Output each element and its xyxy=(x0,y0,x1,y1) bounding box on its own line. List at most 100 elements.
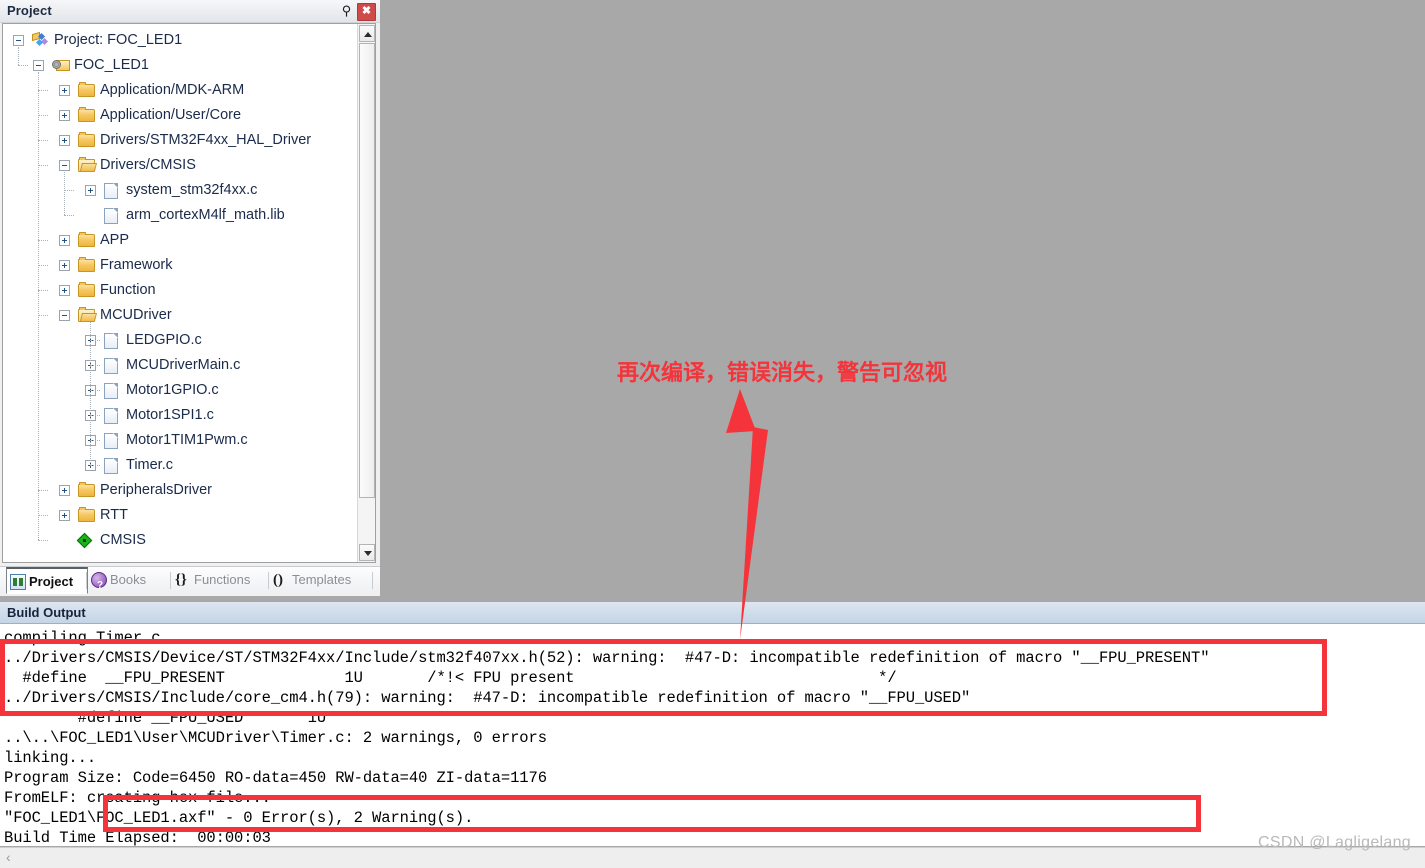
tree-item-label: Application/User/Core xyxy=(100,107,242,123)
tree-guide-line xyxy=(38,140,48,141)
tree-item[interactable]: Framework xyxy=(3,253,357,278)
folder-icon xyxy=(78,82,95,97)
tree-item[interactable]: Drivers/CMSIS xyxy=(3,153,357,178)
close-icon[interactable]: ✖ xyxy=(357,3,376,21)
tree-item[interactable]: Drivers/STM32F4xx_HAL_Driver xyxy=(3,128,357,153)
tree-item-label: MCUDriver xyxy=(100,307,172,323)
expand-icon[interactable] xyxy=(59,235,70,246)
build-output-panel: Build Output compiling Timer.c... ../Dri… xyxy=(0,602,1425,868)
collapse-icon[interactable] xyxy=(33,60,44,71)
folder-icon xyxy=(78,482,95,497)
collapse-icon[interactable] xyxy=(59,160,70,171)
expand-icon[interactable] xyxy=(59,85,70,96)
tree-item[interactable]: Motor1SPI1.c xyxy=(3,403,357,428)
tab-label: Functions xyxy=(194,572,251,587)
collapse-icon[interactable] xyxy=(59,310,70,321)
tab-templates[interactable]: () Templates xyxy=(270,567,374,594)
build-output-text: compiling Timer.c... ../Drivers/CMSIS/De… xyxy=(4,628,1210,847)
tree-item-label: Drivers/CMSIS xyxy=(100,157,196,173)
folder-open-icon xyxy=(78,157,95,172)
folder-icon xyxy=(78,257,95,272)
tree-item[interactable]: Timer.c xyxy=(3,453,357,478)
tree-guide-line xyxy=(90,415,100,416)
tree-item[interactable]: Application/MDK-ARM xyxy=(3,78,357,103)
tree-item[interactable]: system_stm32f4xx.c xyxy=(3,178,357,203)
expand-icon[interactable] xyxy=(59,260,70,271)
close-glyph: ✖ xyxy=(361,5,372,17)
expand-icon[interactable] xyxy=(59,135,70,146)
green-diamond-icon xyxy=(76,532,93,549)
tree-guide-line xyxy=(38,315,48,316)
tree-item-label: APP xyxy=(100,232,130,248)
tree-item[interactable]: MCUDriver xyxy=(3,303,357,328)
tab-label: Books xyxy=(110,572,147,587)
tree-item[interactable]: FOC_LED1 xyxy=(3,53,357,78)
watermark: CSDN @Lagligelang xyxy=(1258,834,1411,851)
project-panel-tabstrip: Project Books {} Functions () Templates xyxy=(0,566,380,599)
tab-separator xyxy=(268,572,269,589)
tab-label: Templates xyxy=(292,572,352,587)
tree-guide-line xyxy=(38,90,48,91)
tree-item[interactable]: arm_cortexM4lf_math.lib xyxy=(3,203,357,228)
file-icon xyxy=(104,333,118,349)
scroll-left-icon[interactable]: ‹ xyxy=(6,849,11,865)
tree-item-label: MCUDriverMain.c xyxy=(126,357,241,373)
folder-icon xyxy=(78,107,95,122)
file-icon xyxy=(104,208,118,224)
tab-separator xyxy=(372,572,373,589)
tree-guide-line xyxy=(90,322,91,465)
tree-item-label: Project: FOC_LED1 xyxy=(54,32,183,48)
file-icon xyxy=(104,458,118,474)
file-icon xyxy=(104,383,118,399)
tree-item-label: RTT xyxy=(100,507,128,523)
tree-guide-line xyxy=(38,240,48,241)
tab-functions[interactable]: {} Functions xyxy=(172,567,270,594)
pin-icon[interactable]: ⚲ xyxy=(338,3,355,19)
tree-guide-line xyxy=(64,172,65,215)
expand-icon[interactable] xyxy=(85,185,96,196)
tree-item[interactable]: PeripheralsDriver xyxy=(3,478,357,503)
collapse-icon[interactable] xyxy=(13,35,24,46)
tree-item[interactable]: Application/User/Core xyxy=(3,103,357,128)
tree-item[interactable]: Project: FOC_LED1 xyxy=(3,28,357,53)
annotation-note: 再次编译，错误消失，警告可忽视 xyxy=(617,361,948,386)
project-tree-vertical-scrollbar[interactable] xyxy=(357,24,375,562)
pin-glyph: ⚲ xyxy=(341,3,352,18)
tree-item-label: FOC_LED1 xyxy=(74,57,149,73)
tree-item[interactable]: RTT xyxy=(3,503,357,528)
tree-item[interactable]: APP xyxy=(3,228,357,253)
tree-item-label: Timer.c xyxy=(126,457,173,473)
tree-guide-line xyxy=(90,365,100,366)
functions-tab-icon: {} xyxy=(175,572,187,588)
scroll-down-icon[interactable] xyxy=(359,544,375,561)
tree-item[interactable]: MCUDriverMain.c xyxy=(3,353,357,378)
tree-guide-line xyxy=(38,165,48,166)
scroll-up-icon[interactable] xyxy=(359,25,375,42)
tree-item-label: Framework xyxy=(100,257,173,273)
build-output-horizontal-scrollbar[interactable]: ‹ xyxy=(0,847,1425,868)
expand-icon[interactable] xyxy=(59,510,70,521)
tab-books[interactable]: Books xyxy=(88,567,172,599)
tree-item[interactable]: Motor1TIM1Pwm.c xyxy=(3,428,357,453)
tree-guide-line xyxy=(38,290,48,291)
tree-item-label: Drivers/STM32F4xx_HAL_Driver xyxy=(100,132,312,148)
tree-item-label: Application/MDK-ARM xyxy=(100,82,245,98)
tree-item[interactable]: Function xyxy=(3,278,357,303)
tree-item[interactable]: Motor1GPIO.c xyxy=(3,378,357,403)
tree-item[interactable]: LEDGPIO.c xyxy=(3,328,357,353)
file-icon xyxy=(104,183,118,199)
expand-icon[interactable] xyxy=(59,285,70,296)
build-output-body[interactable]: compiling Timer.c... ../Drivers/CMSIS/De… xyxy=(0,624,1425,846)
tree-guide-line xyxy=(64,215,74,216)
project-panel: Project ⚲ ✖ Project: FOC_LED1 FOC_LED1 App… xyxy=(0,0,380,599)
scrollbar-thumb[interactable] xyxy=(359,43,375,498)
target-icon xyxy=(52,58,70,73)
project-panel-titlebar: Project ⚲ ✖ xyxy=(0,0,380,23)
file-icon xyxy=(104,433,118,449)
tree-item[interactable]: CMSIS xyxy=(3,528,357,553)
build-output-title: Build Output xyxy=(7,605,86,620)
expand-icon[interactable] xyxy=(59,110,70,121)
expand-icon[interactable] xyxy=(59,485,70,496)
tab-project[interactable]: Project xyxy=(6,567,88,594)
books-tab-icon xyxy=(91,572,107,599)
